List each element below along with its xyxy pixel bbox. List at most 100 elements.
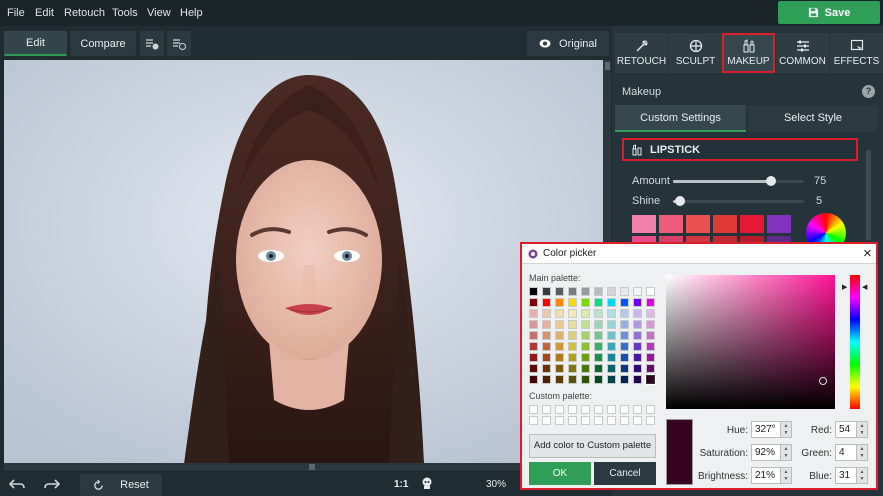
palette-cell[interactable] (620, 375, 629, 384)
palette-cell[interactable] (542, 309, 551, 318)
palette-cell[interactable] (542, 331, 551, 340)
custom-palette-cell[interactable] (607, 405, 616, 414)
palette-cell[interactable] (581, 287, 590, 296)
tab-effects[interactable]: EFFECTS (830, 33, 883, 73)
palette-cell[interactable] (633, 342, 642, 351)
saturation-spinner[interactable]: ▲ ▼ (781, 444, 792, 461)
palette-cell[interactable] (633, 353, 642, 362)
saturation-brightness-field[interactable] (666, 275, 835, 409)
menu-retouch[interactable]: Retouch (64, 0, 105, 26)
amount-slider[interactable] (673, 176, 804, 186)
custom-palette-cell[interactable] (568, 416, 577, 425)
palette-cell[interactable] (555, 375, 564, 384)
palette-cell[interactable] (633, 309, 642, 318)
palette-cell[interactable] (646, 353, 655, 362)
palette-cell[interactable] (568, 342, 577, 351)
palette-cell[interactable] (555, 309, 564, 318)
palette-cell[interactable] (607, 287, 616, 296)
palette-cell[interactable] (568, 375, 577, 384)
palette-cell[interactable] (542, 342, 551, 351)
menu-help[interactable]: Help (180, 0, 203, 26)
horizontal-scrollbar[interactable] (4, 463, 604, 471)
green-spinner[interactable]: ▲ ▼ (857, 444, 868, 461)
tab-custom-settings[interactable]: Custom Settings (615, 105, 746, 132)
tab-sculpt[interactable]: SCULPT (669, 33, 722, 73)
custom-palette-cell[interactable] (581, 405, 590, 414)
palette-cell[interactable] (581, 364, 590, 373)
palette-cell[interactable] (633, 298, 642, 307)
palette-cell[interactable] (594, 342, 603, 351)
fit-icon[interactable] (421, 477, 433, 493)
palette-cell[interactable] (568, 309, 577, 318)
custom-palette-cell[interactable] (529, 416, 538, 425)
palette-cell[interactable] (529, 298, 538, 307)
shine-slider[interactable] (673, 196, 804, 206)
green-field[interactable]: 4 (835, 444, 857, 461)
custom-palette-cell[interactable] (594, 405, 603, 414)
color-swatch[interactable] (659, 215, 683, 233)
palette-cell[interactable] (581, 342, 590, 351)
save-button[interactable]: Save (778, 1, 880, 24)
close-icon[interactable]: × (863, 245, 872, 262)
tab-select-style[interactable]: Select Style (748, 105, 878, 132)
palette-cell[interactable] (607, 298, 616, 307)
palette-cell[interactable] (581, 320, 590, 329)
palette-cell[interactable] (607, 320, 616, 329)
palette-cell[interactable] (555, 364, 564, 373)
palette-cell[interactable] (542, 287, 551, 296)
palette-cell[interactable] (594, 353, 603, 362)
hue-field[interactable]: 327° (751, 421, 781, 438)
redo-icon[interactable] (44, 477, 61, 494)
custom-palette-cell[interactable] (568, 405, 577, 414)
palette-cell[interactable] (646, 342, 655, 351)
tab-common[interactable]: COMMON (776, 33, 829, 73)
palette-cell[interactable] (620, 353, 629, 362)
photo-canvas[interactable] (4, 60, 604, 464)
palette-cell[interactable] (620, 320, 629, 329)
palette-cell[interactable] (594, 287, 603, 296)
palette-cell[interactable] (607, 364, 616, 373)
palette-cell[interactable] (633, 320, 642, 329)
ok-button[interactable]: OK (529, 462, 591, 485)
color-swatch[interactable] (632, 215, 656, 233)
custom-palette-cell[interactable] (542, 405, 551, 414)
palette-cell[interactable] (646, 364, 655, 373)
panel-scrollbar[interactable] (866, 150, 871, 240)
palette-cell[interactable] (555, 320, 564, 329)
palette-cell[interactable] (529, 287, 538, 296)
palette-cell[interactable] (529, 320, 538, 329)
color-swatch[interactable] (740, 215, 764, 233)
shine-slider-knob[interactable] (674, 196, 685, 206)
palette-cell[interactable] (646, 331, 655, 340)
add-color-button[interactable]: Add color to Custom palette (529, 434, 656, 458)
palette-cell[interactable] (633, 287, 642, 296)
menu-edit[interactable]: Edit (35, 0, 54, 26)
palette-cell[interactable] (646, 309, 655, 318)
custom-palette-cell[interactable] (633, 416, 642, 425)
color-swatch[interactable] (767, 215, 791, 233)
zoom-level[interactable]: 30% (486, 479, 506, 490)
reset-button[interactable]: Reset (80, 474, 162, 496)
palette-cell[interactable] (581, 353, 590, 362)
hue-pointer-left-icon[interactable]: ▶ (842, 283, 847, 291)
menu-tools[interactable]: Tools (112, 0, 138, 26)
saturation-field[interactable]: 92% (751, 444, 781, 461)
custom-palette-cell[interactable] (555, 405, 564, 414)
hue-slider[interactable] (850, 275, 860, 409)
before-after-icon[interactable] (140, 31, 164, 56)
lipstick-section-header[interactable]: LIPSTICK (622, 138, 858, 161)
tab-retouch[interactable]: RETOUCH (615, 33, 668, 73)
palette-cell[interactable] (568, 331, 577, 340)
palette-cell[interactable] (646, 320, 655, 329)
color-swatch[interactable] (686, 215, 710, 233)
red-field[interactable]: 54 (835, 421, 857, 438)
palette-cell[interactable] (568, 287, 577, 296)
blue-spinner[interactable]: ▲ ▼ (857, 467, 868, 484)
cancel-button[interactable]: Cancel (594, 462, 656, 485)
palette-cell[interactable] (633, 331, 642, 340)
palette-cell[interactable] (620, 342, 629, 351)
palette-cell[interactable] (581, 375, 590, 384)
palette-cell[interactable] (555, 298, 564, 307)
palette-cell[interactable] (620, 287, 629, 296)
palette-cell[interactable] (607, 375, 616, 384)
